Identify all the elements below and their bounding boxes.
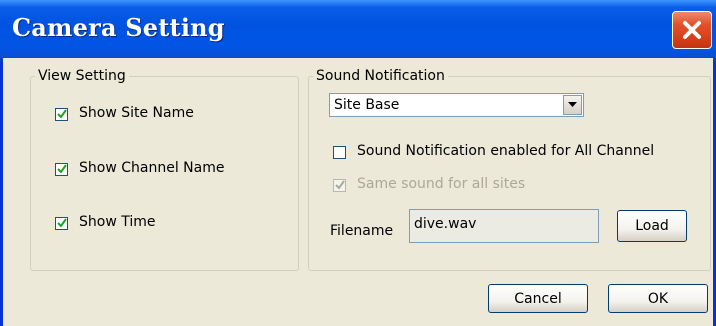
ok-button-label: OK bbox=[647, 290, 669, 307]
load-button[interactable]: Load bbox=[617, 210, 687, 242]
checkmark-icon bbox=[57, 218, 67, 228]
show-channel-name-label: Show Channel Name bbox=[79, 160, 225, 176]
camera-setting-window: Camera Setting View Setting Show Site Na… bbox=[0, 0, 716, 326]
same-sound-checkbox[interactable] bbox=[333, 179, 346, 192]
show-channel-name-checkbox[interactable] bbox=[55, 163, 68, 176]
show-site-name-label: Show Site Name bbox=[79, 105, 194, 121]
show-site-name-checkbox[interactable] bbox=[55, 108, 68, 121]
sound-mode-value: Site Base bbox=[334, 97, 400, 113]
filename-label: Filename bbox=[330, 223, 394, 239]
show-time-checkbox[interactable] bbox=[55, 217, 68, 230]
sound-notification-legend: Sound Notification bbox=[316, 68, 445, 84]
sound-mode-select[interactable]: Site Base bbox=[329, 93, 584, 117]
close-icon bbox=[683, 21, 701, 39]
checkmark-icon bbox=[57, 164, 67, 174]
cancel-button-label: Cancel bbox=[514, 290, 562, 307]
cancel-button[interactable]: Cancel bbox=[488, 284, 588, 313]
ok-button[interactable]: OK bbox=[608, 284, 708, 313]
filename-value: dive.wav bbox=[414, 216, 477, 232]
filename-field[interactable]: dive.wav bbox=[409, 209, 599, 243]
view-setting-legend: View Setting bbox=[38, 68, 126, 84]
show-time-label: Show Time bbox=[79, 214, 156, 230]
title-bar[interactable]: Camera Setting bbox=[0, 0, 716, 61]
same-sound-label: Same sound for all sites bbox=[357, 176, 526, 192]
load-button-label: Load bbox=[635, 218, 669, 234]
close-button[interactable] bbox=[672, 11, 712, 49]
dropdown-button[interactable] bbox=[563, 95, 582, 115]
enable-all-channel-checkbox[interactable] bbox=[333, 146, 346, 159]
dialog-body: View Setting Show Site Name Show Channel… bbox=[3, 58, 713, 326]
checkmark-icon bbox=[335, 180, 345, 190]
checkmark-icon bbox=[57, 109, 67, 119]
chevron-down-icon bbox=[568, 102, 577, 107]
enable-all-channel-label: Sound Notification enabled for All Chann… bbox=[357, 143, 655, 159]
window-title: Camera Setting bbox=[12, 13, 225, 42]
